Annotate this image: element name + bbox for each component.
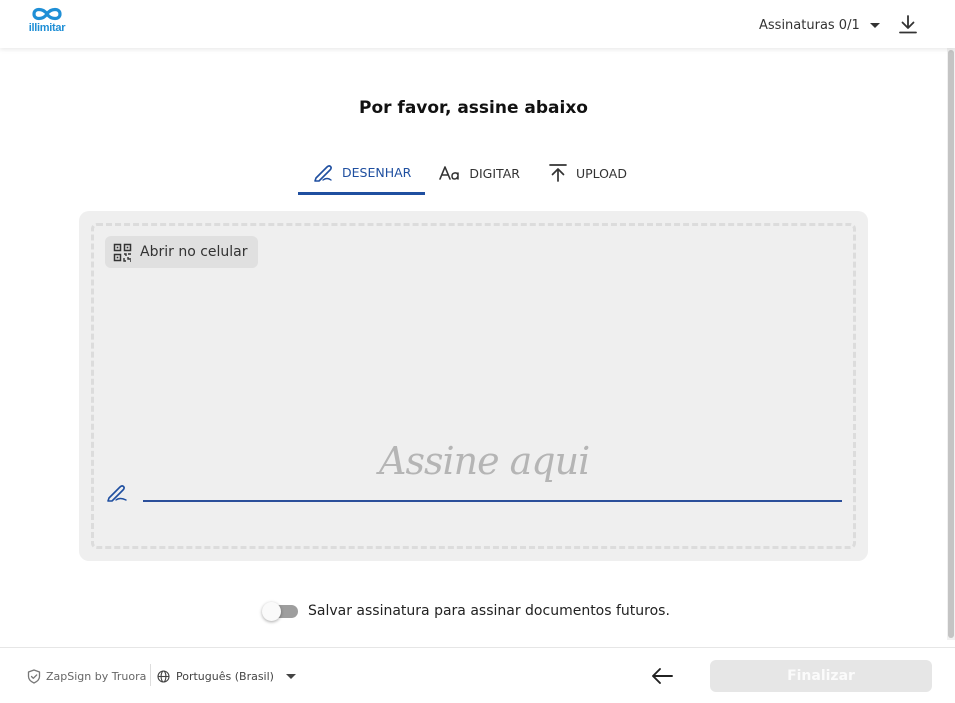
tab-type-label: DIGITAR (469, 165, 520, 181)
signature-mode-tabs: DESENHAR DIGITAR UPLOAD (298, 152, 641, 196)
save-signature-toggle[interactable] (262, 601, 298, 621)
page-title: Por favor, assine abaixo (358, 98, 588, 118)
tab-type[interactable]: DIGITAR (425, 152, 534, 194)
signature-placeholder: Assine aqui (379, 439, 590, 483)
download-icon (899, 15, 917, 34)
shield-check-icon (27, 668, 41, 684)
caret-down-icon (869, 22, 880, 28)
pen-icon (314, 165, 332, 182)
arrow-left-icon (652, 668, 673, 684)
tab-upload[interactable]: UPLOAD (534, 152, 641, 194)
page-scrollbar[interactable] (947, 48, 955, 640)
top-bar: illimitar Assinaturas 0/1 (0, 0, 955, 48)
signature-baseline (143, 500, 842, 502)
language-select[interactable]: Português (Brasil) (157, 668, 296, 684)
save-signature-label: Salvar assinatura para assinar documento… (308, 603, 670, 619)
tab-draw-label: DESENHAR (342, 164, 412, 180)
infinity-logo-icon (32, 7, 62, 21)
logo-text: illimitar (28, 22, 66, 34)
finish-button[interactable]: Finalizar (710, 660, 932, 692)
tab-upload-label: UPLOAD (575, 165, 627, 181)
download-button[interactable] (897, 13, 919, 35)
back-button[interactable] (649, 663, 675, 689)
footer-brand: ZapSign by Truora (27, 668, 146, 684)
pen-icon (107, 485, 127, 502)
open-on-mobile-button[interactable]: Abrir no celular (105, 236, 258, 268)
signatures-counter-label: Assinaturas 0/1 (759, 17, 860, 33)
illimitar-logo[interactable]: illimitar (24, 6, 70, 38)
footer-brand-label: ZapSign by Truora (46, 669, 147, 683)
scrollbar-thumb[interactable] (948, 50, 954, 638)
toggle-knob (262, 602, 281, 621)
globe-icon (157, 669, 170, 683)
tab-draw[interactable]: DESENHAR (298, 152, 426, 195)
footer-divider (150, 664, 151, 686)
open-on-mobile-label: Abrir no celular (140, 244, 248, 260)
signatures-counter-dropdown[interactable]: Assinaturas 0/1 (759, 16, 880, 34)
font-icon (439, 166, 460, 180)
signature-canvas[interactable]: Abrir no celular Assine aqui (79, 211, 868, 561)
footer: ZapSign by Truora Português (Brasil) Fin… (0, 647, 955, 703)
qr-code-icon (113, 243, 132, 262)
save-signature-row: Salvar assinatura para assinar documento… (262, 601, 670, 621)
caret-down-icon (285, 673, 296, 679)
language-label: Português (Brasil) (176, 669, 274, 683)
upload-icon (549, 164, 567, 182)
